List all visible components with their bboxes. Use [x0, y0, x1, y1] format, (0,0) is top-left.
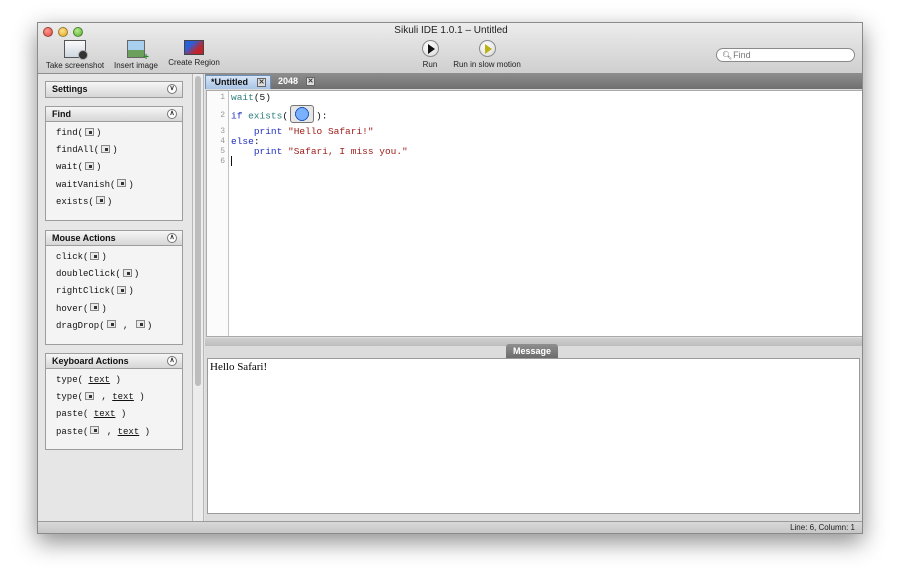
- search-box[interactable]: 🔍︎: [716, 48, 855, 62]
- mouse-actions-title: Mouse Actions: [52, 233, 116, 243]
- collapse-icon[interactable]: ∧: [167, 356, 177, 366]
- safari-icon[interactable]: [290, 105, 315, 123]
- code-line-2: if exists():: [231, 105, 327, 125]
- settings-title: Settings: [52, 84, 88, 94]
- line-number: 2: [220, 111, 225, 120]
- play-icon: [421, 40, 439, 57]
- message-output: Hello Safari!: [210, 361, 268, 373]
- editor-area: *Untitled ✕ 2048 ✕ 1 2 3 4 5 6 wait(5) i…: [205, 74, 862, 521]
- code-line-5: print "Safari, I miss you.": [253, 146, 408, 157]
- command-sidebar: Settings ∨ Find ∧ find() findAll() wait(…: [38, 74, 193, 521]
- insert-image-icon: [127, 40, 149, 63]
- insert-image-button[interactable]: Insert image: [113, 40, 159, 70]
- text-cursor: [231, 156, 232, 166]
- collapse-icon[interactable]: ∧: [167, 233, 177, 243]
- slow-play-icon: [478, 40, 496, 57]
- image-placeholder-icon: [90, 303, 100, 312]
- cmd-findall[interactable]: findAll(): [56, 142, 182, 159]
- message-panel: Hello Safari!: [207, 358, 860, 514]
- run-slow-label: Run in slow motion: [453, 60, 521, 69]
- mouse-actions-section: Mouse Actions ∧ click() doubleClick() ri…: [45, 230, 183, 345]
- window-title: Sikuli IDE 1.0.1 – Untitled: [394, 25, 508, 36]
- create-region-button[interactable]: Create Region: [168, 40, 220, 67]
- search-input[interactable]: [733, 50, 844, 60]
- find-title: Find: [52, 109, 71, 119]
- collapse-icon[interactable]: ∧: [167, 109, 177, 119]
- keyboard-actions-header[interactable]: Keyboard Actions ∧: [46, 354, 182, 369]
- image-placeholder-icon: [85, 127, 95, 136]
- create-region-label: Create Region: [168, 58, 220, 67]
- image-placeholder-icon: [95, 196, 105, 205]
- line-number-gutter: 1 2 3 4 5 6: [207, 91, 229, 336]
- tab-2048[interactable]: 2048 ✕: [273, 75, 321, 89]
- status-bar: Line: 6, Column: 1: [38, 521, 862, 533]
- toolbar: Sikuli IDE 1.0.1 – Untitled Take screens…: [38, 23, 862, 74]
- keyboard-actions-section: Keyboard Actions ∧ type( text ) type( , …: [45, 353, 183, 450]
- search-icon: 🔍︎: [722, 50, 733, 60]
- expand-icon[interactable]: ∨: [167, 84, 177, 94]
- image-placeholder-icon: [90, 251, 100, 260]
- cmd-find[interactable]: find(): [56, 125, 182, 142]
- find-section: Find ∧ find() findAll() wait() waitVanis…: [45, 106, 183, 221]
- sikuli-ide-window: Sikuli IDE 1.0.1 – Untitled Take screens…: [37, 22, 863, 534]
- region-icon: [184, 40, 204, 55]
- close-tab-icon[interactable]: ✕: [257, 78, 266, 87]
- message-tab[interactable]: Message: [506, 344, 559, 358]
- tab-untitled[interactable]: *Untitled ✕: [205, 75, 271, 89]
- close-tab-icon[interactable]: ✕: [306, 77, 315, 86]
- image-placeholder-icon: [85, 162, 95, 170]
- image-placeholder-icon: [122, 268, 132, 277]
- run-button[interactable]: Run: [419, 40, 441, 69]
- cmd-rightclick[interactable]: rightClick(): [56, 283, 182, 300]
- cmd-waitvanish[interactable]: waitVanish(): [56, 177, 182, 194]
- cmd-dragdrop[interactable]: dragDrop( , ): [56, 318, 182, 335]
- image-placeholder-icon: [85, 391, 95, 400]
- camera-icon: [64, 40, 88, 60]
- code-line-1: wait(5): [231, 92, 271, 103]
- run-label: Run: [422, 60, 438, 69]
- insert-image-label: Insert image: [113, 61, 159, 70]
- tab-bar: *Untitled ✕ 2048 ✕: [205, 74, 862, 89]
- line-number: 4: [220, 137, 225, 146]
- image-placeholder-icon: [117, 179, 127, 188]
- image-placeholder-icon: [90, 426, 100, 435]
- cmd-wait[interactable]: wait(): [56, 159, 182, 176]
- find-header[interactable]: Find ∧: [46, 107, 182, 122]
- cursor-position: Line: 6, Column: 1: [790, 523, 855, 532]
- cmd-click[interactable]: click(): [56, 249, 182, 266]
- keyboard-actions-title: Keyboard Actions: [52, 356, 129, 366]
- take-screenshot-label: Take screenshot: [45, 61, 105, 70]
- settings-section: Settings ∨: [45, 81, 183, 98]
- image-placeholder-icon: [106, 320, 116, 329]
- image-placeholder-icon: [117, 286, 127, 294]
- tab-label: 2048: [278, 76, 299, 86]
- settings-header[interactable]: Settings ∨: [46, 82, 182, 97]
- sidebar-scrollbar[interactable]: [193, 74, 204, 521]
- line-number: 3: [220, 127, 225, 136]
- code-editor[interactable]: 1 2 3 4 5 6 wait(5) if exists(): print "…: [206, 90, 862, 337]
- cmd-exists[interactable]: exists(): [56, 194, 182, 211]
- cmd-type-image-text[interactable]: type( , text ): [56, 389, 182, 406]
- take-screenshot-button[interactable]: Take screenshot: [45, 40, 105, 70]
- line-number: 5: [220, 147, 225, 156]
- sidebar-scroll-thumb[interactable]: [195, 76, 201, 386]
- image-placeholder-icon: [135, 320, 145, 329]
- cmd-hover[interactable]: hover(): [56, 301, 182, 318]
- tab-label: *Untitled: [211, 77, 248, 87]
- cmd-type-text[interactable]: type( text ): [56, 372, 182, 389]
- line-number: 6: [220, 157, 225, 166]
- cmd-paste-image-text[interactable]: paste( , text ): [56, 424, 182, 441]
- line-number: 1: [220, 93, 225, 102]
- image-placeholder-icon: [101, 144, 111, 153]
- cmd-paste-text[interactable]: paste( text ): [56, 406, 182, 423]
- cmd-doubleclick[interactable]: doubleClick(): [56, 266, 182, 283]
- run-slow-motion-button[interactable]: Run in slow motion: [452, 40, 522, 69]
- mouse-actions-header[interactable]: Mouse Actions ∧: [46, 231, 182, 246]
